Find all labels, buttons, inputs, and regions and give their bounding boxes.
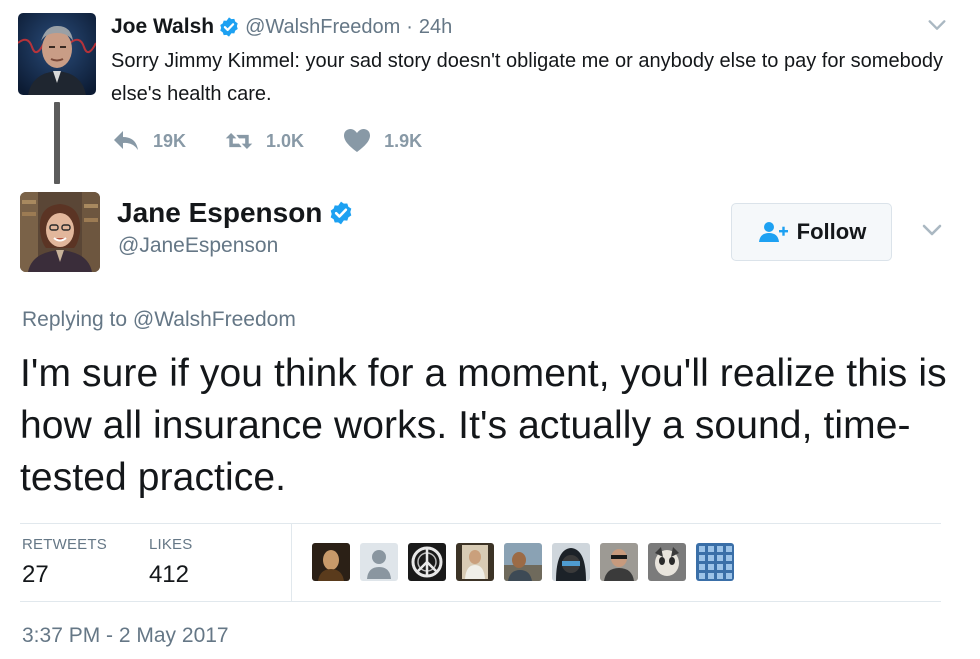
chevron-down-icon[interactable] (920, 218, 944, 242)
tweet-timestamp[interactable]: 3:37 PM - 2 May 2017 (22, 624, 229, 648)
main-author-handle[interactable]: @JaneEspenson (118, 234, 278, 258)
retweets-stat[interactable]: RETWEETS 27 (22, 536, 107, 596)
reply-button[interactable]: 19K (111, 128, 186, 154)
retweets-label: RETWEETS (22, 536, 107, 553)
liker-avatar[interactable] (408, 543, 446, 581)
replying-to-line: Replying to @WalshFreedom (22, 308, 296, 332)
reply-icon (114, 131, 138, 150)
follow-button[interactable]: Follow (731, 203, 892, 261)
divider-top (20, 523, 941, 524)
replying-to-link[interactable]: @WalshFreedom (133, 308, 296, 331)
parent-tweet-header: Joe Walsh @WalshFreedom · 24h (111, 14, 452, 40)
retweet-count: 1.0K (266, 130, 305, 151)
liker-avatar[interactable] (696, 543, 734, 581)
parent-tweet-text: Sorry Jimmy Kimmel: your sad story doesn… (111, 50, 943, 105)
likes-count: 412 (148, 561, 189, 588)
parent-author-name[interactable]: Joe Walsh (111, 15, 214, 39)
replying-prefix: Replying to (22, 308, 128, 331)
verified-badge-icon (218, 16, 240, 38)
heart-icon (344, 129, 371, 152)
retweets-count: 27 (22, 561, 49, 588)
likes-label: LIKES (148, 536, 193, 553)
like-count: 1.9K (384, 130, 423, 151)
liker-avatar[interactable] (648, 543, 686, 581)
liker-avatar[interactable] (552, 543, 590, 581)
liker-avatar[interactable] (504, 543, 542, 581)
joe-walsh-avatar[interactable] (18, 13, 96, 95)
parent-author-handle[interactable]: @WalshFreedom (245, 16, 400, 39)
main-tweet-text: I'm sure if you think for a moment, you'… (20, 352, 947, 499)
main-author-name[interactable]: Jane Espenson (117, 197, 322, 229)
liker-avatar[interactable] (456, 543, 494, 581)
header-separator: · (406, 15, 413, 38)
stats-vertical-divider (291, 524, 292, 602)
liker-avatar[interactable] (360, 543, 398, 581)
thread-connector-line (54, 102, 60, 184)
like-button[interactable]: 1.9K (342, 128, 422, 154)
verified-badge-icon (328, 200, 354, 226)
follow-button-label: Follow (796, 219, 867, 244)
likes-stat[interactable]: LIKES 412 (149, 536, 193, 596)
parent-tweet-actions: 19K 1.0K 1.9K (111, 128, 460, 154)
parent-tweet: Joe Walsh @WalshFreedom · 24h Sorry Jimm… (0, 0, 980, 190)
retweet-icon (225, 133, 253, 149)
add-user-icon (758, 222, 788, 242)
reply-count: 19K (153, 130, 187, 151)
parent-tweet-time[interactable]: 24h (419, 16, 452, 39)
divider-bottom (20, 601, 941, 602)
liker-avatars (312, 543, 744, 581)
liker-avatar[interactable] (312, 543, 350, 581)
liker-avatar[interactable] (600, 543, 638, 581)
main-author-row: Jane Espenson (117, 196, 354, 230)
retweet-button[interactable]: 1.0K (224, 128, 304, 154)
tweet-stats: RETWEETS 27 LIKES 412 (22, 536, 232, 596)
jane-espenson-avatar[interactable] (20, 192, 100, 272)
chevron-down-icon[interactable] (926, 14, 948, 36)
